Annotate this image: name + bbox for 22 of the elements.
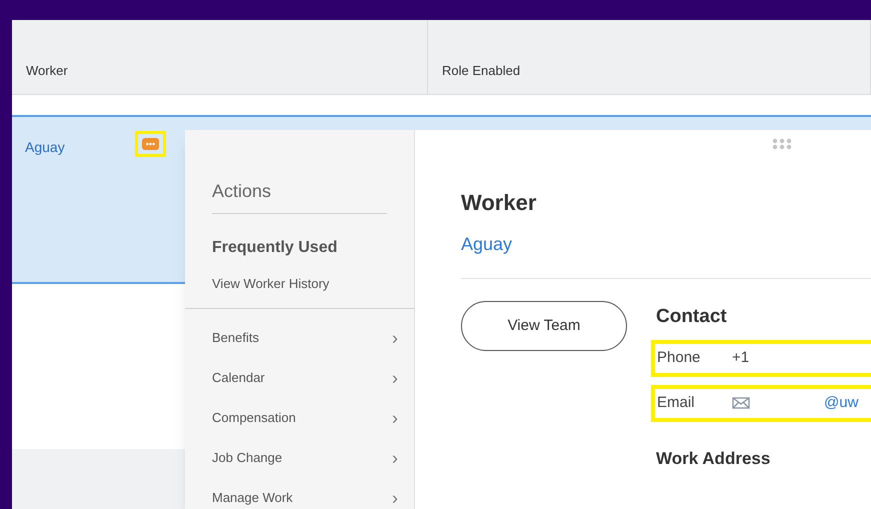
worker-name-link[interactable]: Aguay — [461, 231, 871, 258]
contact-row: Email @uw — [651, 384, 871, 422]
menu-item[interactable]: Calendar › — [185, 368, 414, 388]
phone-value: +1 — [732, 348, 750, 368]
column-header: Role Enabled — [442, 62, 520, 80]
envelope-icon — [732, 397, 750, 409]
view-team-button[interactable]: View Team — [461, 301, 627, 351]
menu-section-title: Frequently Used — [212, 238, 338, 258]
worker-link[interactable]: Aguay — [25, 137, 65, 158]
email-link[interactable]: @uw — [824, 392, 858, 414]
card-title: Worker — [461, 189, 538, 217]
menu-item[interactable]: Manage Work › — [185, 488, 414, 508]
section-title: Work Address — [655, 448, 772, 470]
column-header: Worker — [26, 62, 68, 80]
menu-item[interactable]: View Worker History — [212, 274, 387, 294]
contact-row: Phone +1 — [651, 340, 871, 376]
menu-item[interactable]: Job Change › — [185, 448, 414, 468]
menu-item[interactable]: Benefits › — [185, 328, 414, 348]
menu-title: Actions — [212, 181, 272, 201]
section-title: Contact — [655, 305, 728, 329]
drag-handle-icon[interactable] — [771, 138, 793, 150]
menu-item[interactable]: Compensation › — [185, 408, 414, 428]
